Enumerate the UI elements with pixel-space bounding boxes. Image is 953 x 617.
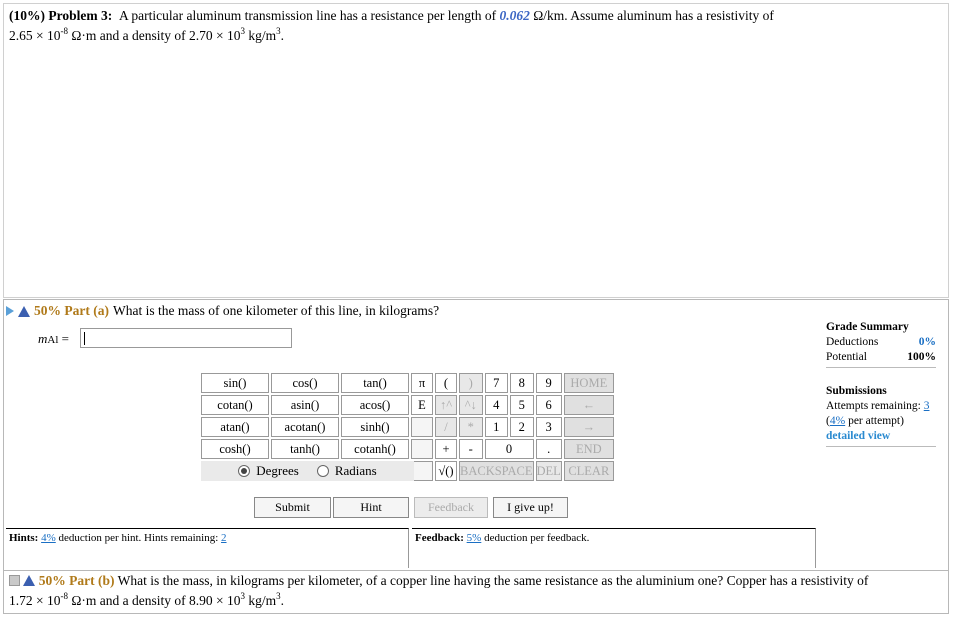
feedback-button[interactable]: Feedback [414, 497, 488, 518]
key-del[interactable]: DEL [535, 461, 562, 481]
key-acotan[interactable]: acotan() [271, 417, 339, 437]
key-3[interactable]: 3 [535, 417, 562, 437]
hints-remaining-link[interactable]: 2 [221, 532, 227, 544]
key-up-power[interactable]: ↑^ [435, 395, 457, 415]
key-1[interactable]: 1 [484, 417, 508, 437]
submit-button[interactable]: Submit [254, 497, 331, 518]
key-9[interactable]: 9 [535, 373, 562, 393]
key-2[interactable]: 2 [510, 417, 534, 437]
problem-statement: (10%) Problem 3: A particular aluminum t… [9, 8, 774, 43]
key-cosh[interactable]: cosh() [201, 439, 269, 459]
key-asin[interactable]: asin() [271, 395, 339, 415]
answer-variable-label: mAl = [38, 331, 69, 346]
key-divide[interactable]: / [435, 417, 457, 437]
submissions-divider [826, 446, 936, 447]
key-open-paren[interactable]: ( [435, 373, 457, 393]
key-cotanh[interactable]: cotanh() [341, 439, 409, 459]
degrees-radio[interactable] [238, 465, 251, 477]
grade-divider [826, 367, 936, 368]
key-decimal[interactable]: . [535, 439, 562, 459]
key-0[interactable]: 0 [484, 439, 534, 459]
key-7[interactable]: 7 [484, 373, 508, 393]
submissions-summary: Submissions Attempts remaining: 3 (4% pe… [826, 384, 936, 447]
resistance-value: 0.062 [499, 8, 530, 23]
hint-deduction-link[interactable]: 4% [41, 532, 56, 544]
key-left-arrow[interactable]: ← [563, 395, 614, 415]
key-4[interactable]: 4 [484, 395, 508, 415]
key-atan[interactable]: atan() [201, 417, 269, 437]
warning-icon [18, 305, 30, 317]
key-minus[interactable]: - [459, 439, 483, 459]
hint-button[interactable]: Hint [333, 497, 409, 518]
angle-mode-selector: Degrees Radians [201, 461, 414, 481]
key-sinh[interactable]: sinh() [341, 417, 409, 437]
key-down-power[interactable]: ^↓ [459, 395, 483, 415]
text-caret [84, 332, 85, 345]
key-plus[interactable]: + [435, 439, 457, 459]
hints-box: Hints: 4% deduction per hint. Hints rema… [6, 528, 409, 568]
key-e[interactable]: E [411, 395, 433, 415]
potential-value: 100% [907, 351, 936, 363]
attempts-remaining-link[interactable]: 3 [924, 400, 930, 412]
give-up-button[interactable]: I give up! [493, 497, 568, 518]
key-blank-3 [411, 461, 433, 481]
detailed-view-link[interactable]: detailed view [826, 429, 936, 444]
expand-triangle-icon[interactable] [6, 306, 14, 316]
problem-header: (10%) Problem 3: [9, 8, 113, 23]
part-a-header: 50% Part (a) What is the mass of one kil… [6, 303, 439, 319]
key-tan[interactable]: tan() [341, 373, 409, 393]
collapse-square-icon[interactable] [9, 575, 20, 587]
key-sin[interactable]: sin() [201, 373, 269, 393]
part-b-question: What is the mass, in kilograms per kilom… [117, 573, 869, 588]
feedback-deduction-link[interactable]: 5% [467, 532, 482, 544]
part-a-question: What is the mass of one kilometer of thi… [112, 303, 440, 318]
grade-summary: Grade Summary Deductions 0% Potential 100% [826, 321, 936, 368]
answer-input[interactable] [80, 328, 292, 348]
feedback-box: Feedback: 5% deduction per feedback. [412, 528, 816, 568]
key-8[interactable]: 8 [510, 373, 534, 393]
key-cos[interactable]: cos() [271, 373, 339, 393]
key-pi[interactable]: π [411, 373, 433, 393]
key-backspace[interactable]: BACKSPACE [459, 461, 534, 481]
key-right-arrow[interactable]: → [563, 417, 614, 437]
key-sqrt[interactable]: √() [435, 461, 457, 481]
key-blank-1 [411, 417, 433, 437]
deductions-value: 0% [918, 336, 936, 348]
key-blank-2 [411, 439, 433, 459]
key-5[interactable]: 5 [510, 395, 534, 415]
key-6[interactable]: 6 [535, 395, 562, 415]
key-tanh[interactable]: tanh() [271, 439, 339, 459]
key-acos[interactable]: acos() [341, 395, 409, 415]
key-multiply[interactable]: * [459, 417, 483, 437]
key-cotan[interactable]: cotan() [201, 395, 269, 415]
key-close-paren[interactable]: ) [459, 373, 483, 393]
problem-frame [3, 3, 949, 298]
key-clear[interactable]: CLEAR [563, 461, 614, 481]
key-home[interactable]: HOME [563, 373, 614, 393]
warning-icon-b [23, 575, 36, 587]
key-end[interactable]: END [563, 439, 614, 459]
part-b-statement: 50% Part (b) What is the mass, in kilogr… [9, 573, 869, 608]
per-attempt-link[interactable]: 4% [830, 415, 845, 427]
radians-radio[interactable] [316, 465, 329, 477]
